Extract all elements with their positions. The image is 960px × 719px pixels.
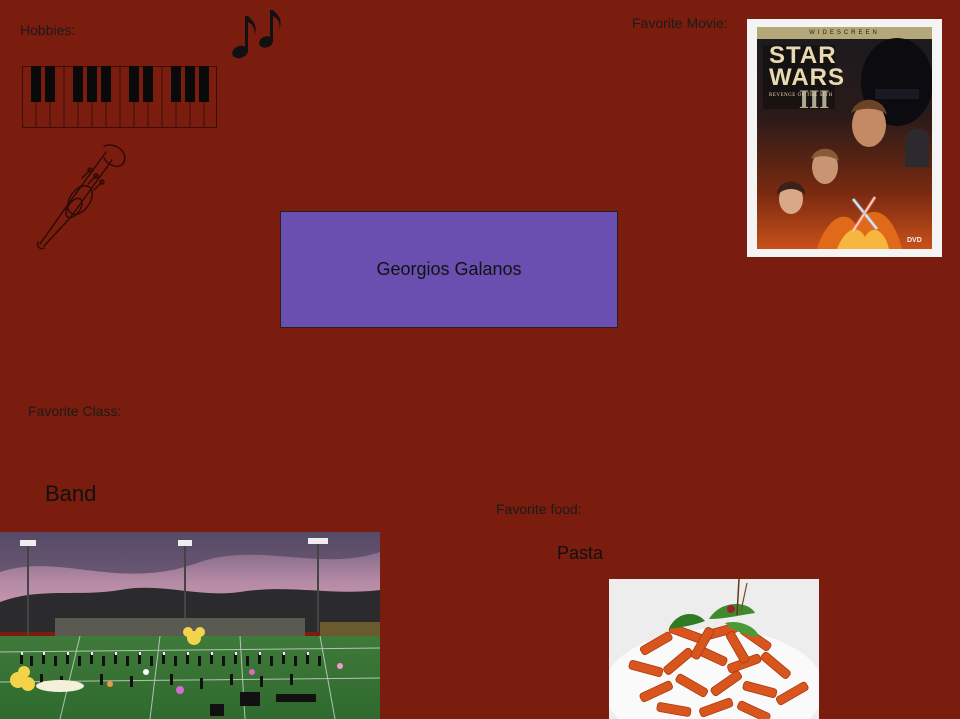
- poster-episode: III: [799, 85, 830, 114]
- favorite-class-value: Band: [45, 481, 97, 506]
- poster-art: WIDESCREEN STAR WARS III REVENGE OF THE …: [757, 27, 932, 249]
- favorite-movie-label: Favorite Movie:: [632, 15, 728, 31]
- band-photo-image: [0, 532, 380, 719]
- poster-banner: WIDESCREEN: [809, 30, 880, 36]
- pasta-dish-scene: [609, 579, 819, 719]
- piano-keys-icon: [22, 66, 217, 128]
- favorite-food-value: Pasta: [557, 543, 604, 563]
- name-box: Georgios Galanos: [280, 211, 618, 328]
- trumpet-icon: [36, 144, 126, 250]
- band-field-scene: [0, 532, 380, 719]
- favorite-food-label: Favorite food:: [496, 501, 582, 517]
- poster-subtitle: REVENGE OF THE SITH: [769, 93, 833, 98]
- hobbies-label: Hobbies:: [20, 22, 76, 38]
- movie-poster-image: WIDESCREEN STAR WARS III REVENGE OF THE …: [747, 19, 942, 257]
- pasta-photo-image: [609, 579, 819, 719]
- poster-dvd-logo: DVD: [907, 237, 922, 244]
- student-name: Georgios Galanos: [376, 259, 522, 279]
- music-notes-icon: [232, 10, 281, 59]
- favorite-class-label: Favorite Class:: [28, 403, 122, 419]
